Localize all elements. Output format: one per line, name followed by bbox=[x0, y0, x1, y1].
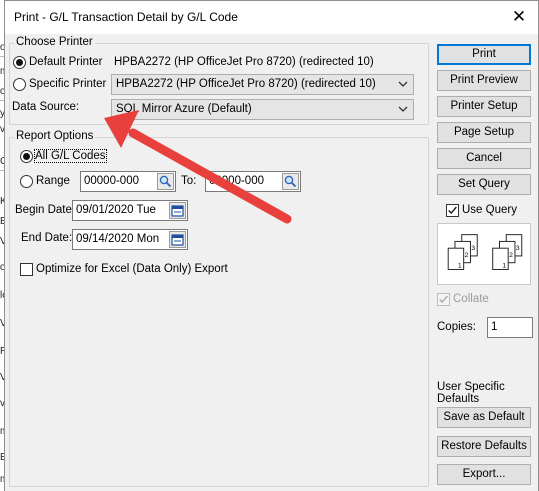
red-arrow-annotation bbox=[104, 110, 292, 224]
